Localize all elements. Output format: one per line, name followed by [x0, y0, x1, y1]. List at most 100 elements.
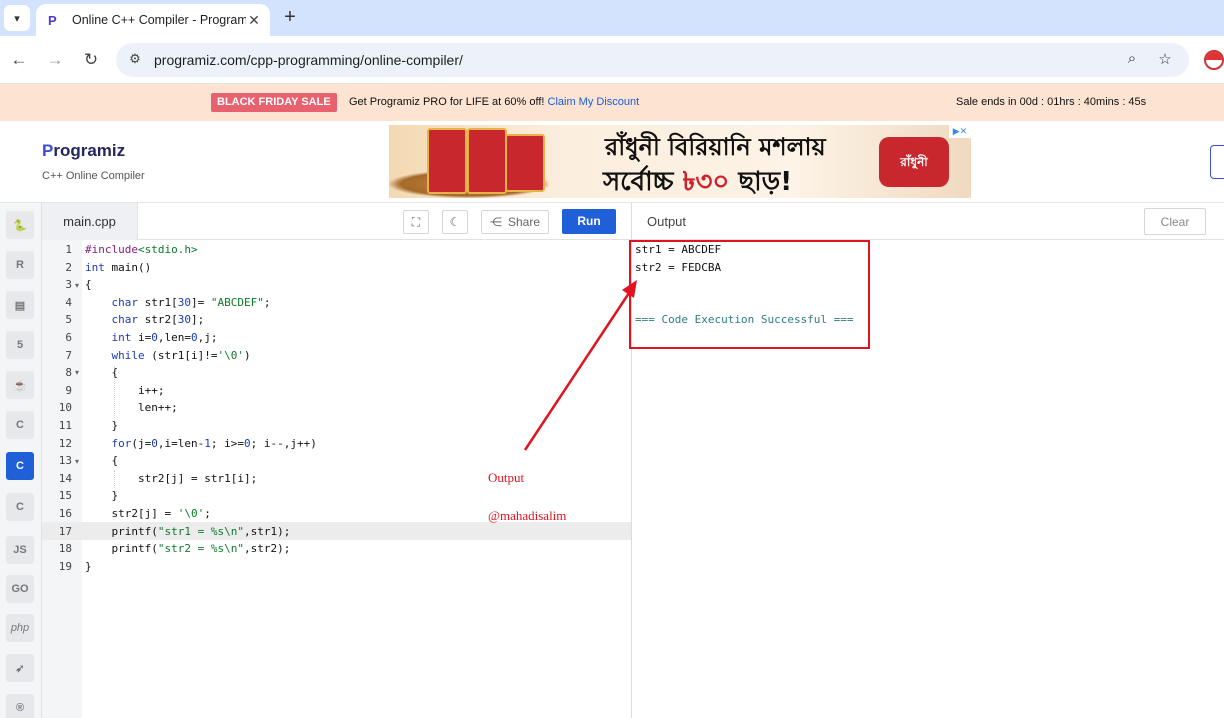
code-line-19[interactable]: }	[85, 560, 92, 573]
url-text[interactable]: programiz.com/cpp-programming/online-com…	[154, 52, 463, 68]
code-line-1[interactable]: #include<stdio.h>	[85, 243, 198, 256]
spice-packs-image	[417, 128, 545, 194]
line-number: 4	[65, 296, 72, 309]
forward-icon[interactable]: →	[43, 48, 67, 72]
run-button[interactable]: Run	[562, 209, 616, 234]
c-icon[interactable]: C	[6, 411, 34, 439]
code-line-11[interactable]: }	[85, 419, 118, 432]
annotation-label: Output	[488, 470, 525, 485]
code-line-2[interactable]: int main()	[85, 261, 151, 274]
code-line-15[interactable]: }	[85, 489, 118, 502]
html-icon[interactable]: 5	[6, 331, 34, 359]
line-number: 16	[58, 507, 72, 520]
fold-marker[interactable]: ▾	[75, 368, 79, 377]
code-line-13[interactable]: {	[85, 454, 118, 467]
code-line-17[interactable]: printf("str1 = %s\n",str1);	[85, 525, 290, 538]
code-line-3[interactable]: {	[85, 278, 92, 291]
screen: ▾ P Online C++ Compiler - Programiz ✕ + …	[0, 0, 1224, 718]
header-button-edge[interactable]	[1210, 145, 1224, 179]
code-line-5[interactable]: char str2[30];	[85, 313, 205, 326]
ad-offer-amount: ৳৩০	[682, 167, 730, 197]
output-header: Output Clear	[632, 203, 1224, 240]
site-settings-icon[interactable]: ⚙	[126, 51, 144, 69]
cpp-icon[interactable]: C	[6, 452, 34, 480]
line-number: 17	[58, 525, 72, 538]
code-line-14[interactable]: str2[j] = str1[i];	[85, 472, 257, 485]
fold-marker[interactable]: ▾	[75, 457, 79, 466]
line-number: 14	[58, 472, 72, 485]
swift-icon[interactable]: ➶	[6, 654, 34, 682]
browser-tab[interactable]: P Online C++ Compiler - Programiz ✕	[36, 4, 270, 36]
fullscreen-icon[interactable]: ⛶	[403, 210, 429, 234]
page-subtitle: C++ Online Compiler	[42, 170, 145, 182]
ad-close-icon[interactable]: ▶✕	[949, 125, 971, 138]
language-sidebar: 🐍 R ▤ 5 ☕ C C C JS GO php ➶ ®	[0, 203, 42, 718]
code-line-4[interactable]: char str1[30]= "ABCDEF";	[85, 296, 271, 309]
editor-toolbar: main.cpp ⛶ ☾ ⋲ Share Run	[42, 203, 632, 240]
r-icon[interactable]: R	[6, 251, 34, 279]
claim-discount-link[interactable]: Claim My Discount	[548, 96, 640, 108]
code-line-9[interactable]: i++;	[85, 384, 165, 397]
output-title: Output	[647, 214, 687, 229]
site-header: Programiz C++ Online Compiler রাঁধুনী বি…	[0, 121, 1224, 203]
advertisement-banner[interactable]: রাঁধুনী বিরিয়ানি মশলায় সর্বোচ্চ ৳৩০ ছা…	[389, 125, 971, 198]
sale-timer: Sale ends in 00d : 01hrs : 40mins : 45s	[956, 96, 1147, 108]
code-line-7[interactable]: while (str1[i]!='\0')	[85, 349, 251, 362]
line-number: 11	[58, 419, 72, 432]
annotation-highlight-box	[629, 240, 870, 349]
line-number: 10	[58, 401, 72, 414]
js-icon[interactable]: JS	[6, 536, 34, 564]
zoom-icon[interactable]: ⌕	[1122, 50, 1142, 70]
php-icon[interactable]: php	[6, 614, 34, 642]
share-icon: ⋲	[489, 215, 502, 229]
reload-icon[interactable]: ↻	[79, 48, 103, 72]
logo-text: rogramiz	[53, 141, 126, 160]
code-line-10[interactable]: len++;	[85, 401, 178, 414]
programiz-logo[interactable]: Programiz	[42, 141, 125, 161]
promo-text: Get Programiz PRO for LIFE at 60% off!	[349, 96, 545, 108]
sql-icon[interactable]: ▤	[6, 291, 34, 319]
line-number: 5	[65, 313, 72, 326]
code-line-12[interactable]: for(j=0,i=len-1; i>=0; i--,j++)	[85, 437, 317, 450]
python-icon[interactable]: 🐍	[6, 211, 34, 239]
file-tab-main-cpp[interactable]: main.cpp	[42, 203, 138, 240]
annotation-handle: @mahadisalim	[488, 508, 567, 523]
code-line-16[interactable]: str2[j] = '\0';	[85, 507, 210, 520]
line-number: 19	[58, 560, 72, 573]
promo-message: Get Programiz PRO for LIFE at 60% off! C…	[349, 96, 639, 108]
ad-brand-logo: রাঁধুনী	[879, 137, 949, 187]
fold-marker[interactable]: ▾	[75, 281, 79, 290]
new-tab-button[interactable]: +	[280, 6, 300, 28]
back-icon[interactable]: ←	[7, 48, 31, 72]
line-number: 1	[65, 243, 72, 256]
java-icon[interactable]: ☕	[6, 371, 34, 399]
code-line-18[interactable]: printf("str2 = %s\n",str2);	[85, 542, 290, 555]
code-line-6[interactable]: int i=0,len=0,j;	[85, 331, 218, 344]
line-number: 9	[65, 384, 72, 397]
go-icon[interactable]: GO	[6, 575, 34, 603]
ad-offer-suffix: ছাড়!	[729, 167, 793, 197]
profile-avatar[interactable]	[1204, 50, 1224, 70]
line-number: 2	[65, 261, 72, 274]
share-button[interactable]: ⋲ Share	[481, 210, 549, 234]
share-label: Share	[507, 215, 541, 229]
rust-icon[interactable]: ®	[6, 694, 34, 718]
promo-banner: BLACK FRIDAY SALE Get Programiz PRO for …	[0, 84, 1224, 121]
line-number: 12	[58, 437, 72, 450]
address-bar[interactable]: ⚙ programiz.com/cpp-programming/online-c…	[116, 43, 1189, 77]
dark-mode-icon[interactable]: ☾	[442, 210, 468, 234]
clear-button[interactable]: Clear	[1144, 208, 1206, 235]
code-line-8[interactable]: {	[85, 366, 118, 379]
bookmark-star-icon[interactable]: ☆	[1155, 50, 1175, 70]
sale-badge: BLACK FRIDAY SALE	[211, 93, 337, 112]
logo-initial: P	[42, 141, 54, 160]
line-number: 13	[58, 454, 72, 467]
browser-tabstrip: ▾ P Online C++ Compiler - Programiz ✕ +	[0, 0, 1224, 36]
tab-search-button[interactable]: ▾	[4, 5, 30, 31]
csharp-icon[interactable]: C	[6, 493, 34, 521]
close-icon[interactable]: ✕	[246, 12, 262, 29]
line-number: 3	[65, 278, 72, 291]
tab-title: Online C++ Compiler - Programiz	[72, 13, 246, 27]
line-number: 7	[65, 349, 72, 362]
line-number: 8	[65, 366, 72, 379]
